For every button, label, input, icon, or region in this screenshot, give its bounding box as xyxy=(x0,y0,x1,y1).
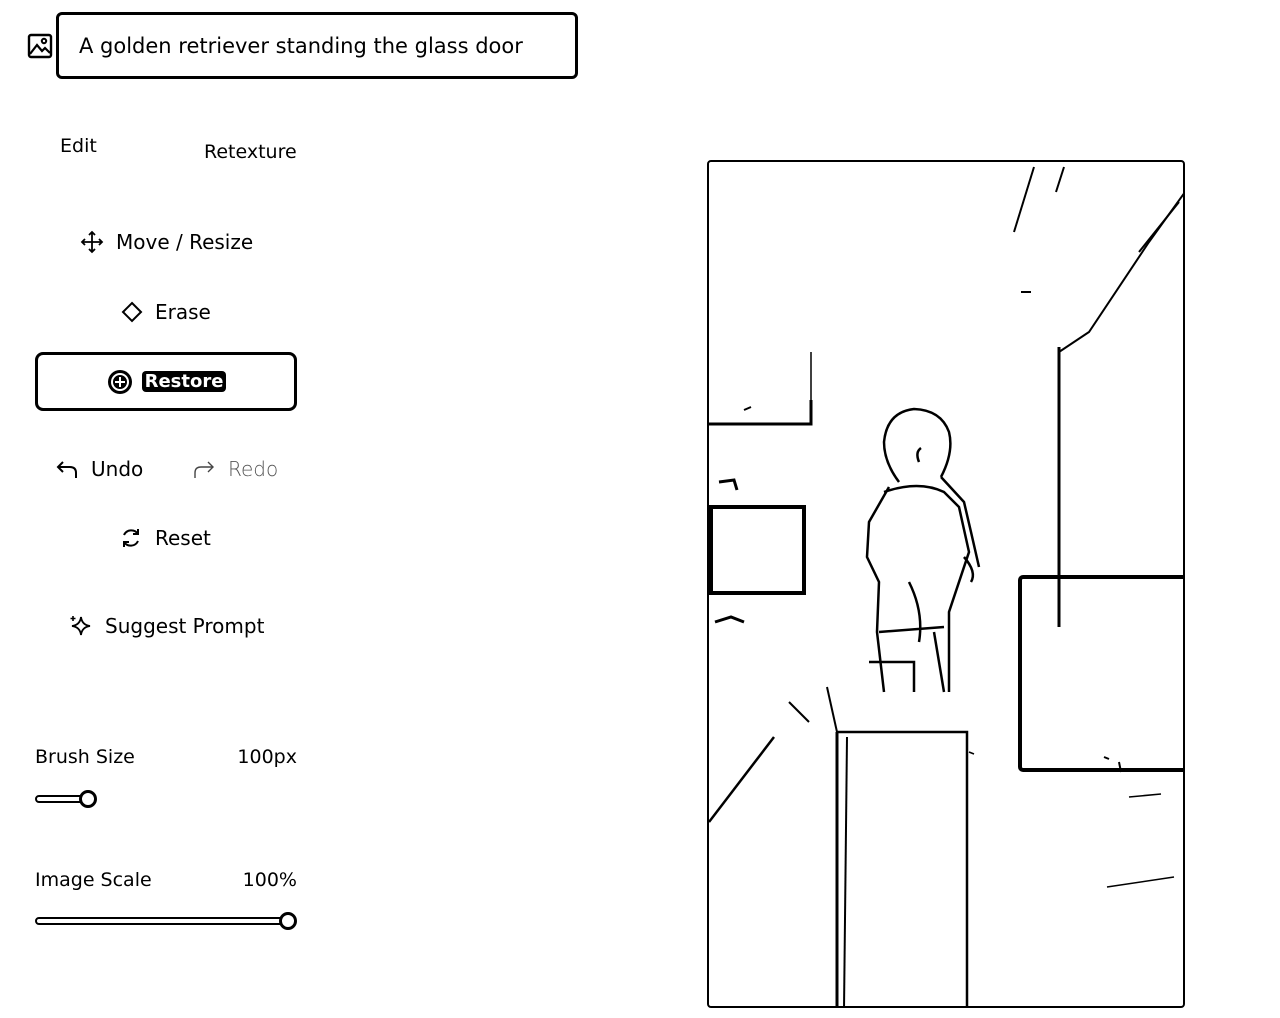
prompt-input[interactable] xyxy=(56,12,578,79)
image-canvas[interactable] xyxy=(707,160,1185,1008)
undo-label: Undo xyxy=(91,457,144,481)
reset-button[interactable]: Reset xyxy=(119,526,211,550)
erase-label: Erase xyxy=(155,300,211,324)
tab-edit[interactable]: Edit xyxy=(60,135,97,157)
move-icon xyxy=(80,230,104,254)
restore-icon xyxy=(107,369,132,394)
move-resize-button[interactable]: Move / Resize xyxy=(80,230,253,254)
brush-size-label: Brush Size xyxy=(35,746,135,768)
image-scale-value: 100% xyxy=(242,869,297,891)
image-scale-slider[interactable] xyxy=(35,911,297,931)
redo-icon xyxy=(194,461,214,478)
reset-label: Reset xyxy=(155,526,211,550)
photo-canvas xyxy=(709,166,1183,1006)
suggest-prompt-button[interactable]: Suggest Prompt xyxy=(69,614,264,638)
redo-button[interactable]: Redo xyxy=(192,457,278,481)
brush-size-thumb[interactable] xyxy=(79,790,98,808)
restore-button[interactable]: Restore xyxy=(35,352,297,411)
image-scale-thumb[interactable] xyxy=(279,912,297,930)
image-scale-track xyxy=(35,917,288,925)
brush-size-value: 100px xyxy=(237,746,297,768)
suggest-prompt-label: Suggest Prompt xyxy=(105,614,265,638)
erase-button[interactable]: Erase xyxy=(121,300,211,324)
undo-icon xyxy=(56,461,77,478)
image-icon xyxy=(27,33,53,59)
redo-label: Redo xyxy=(228,457,279,481)
move-resize-label: Move / Resize xyxy=(116,230,254,254)
reset-icon xyxy=(123,529,139,547)
sparkle-icon xyxy=(70,616,91,636)
undo-button[interactable]: Undo xyxy=(55,457,143,481)
tab-retexture[interactable]: Retexture xyxy=(204,141,297,163)
eraser-icon xyxy=(121,301,143,323)
restore-label: Restore xyxy=(141,371,227,392)
image-scale-label: Image Scale xyxy=(35,869,152,891)
brush-size-slider[interactable] xyxy=(35,789,297,809)
